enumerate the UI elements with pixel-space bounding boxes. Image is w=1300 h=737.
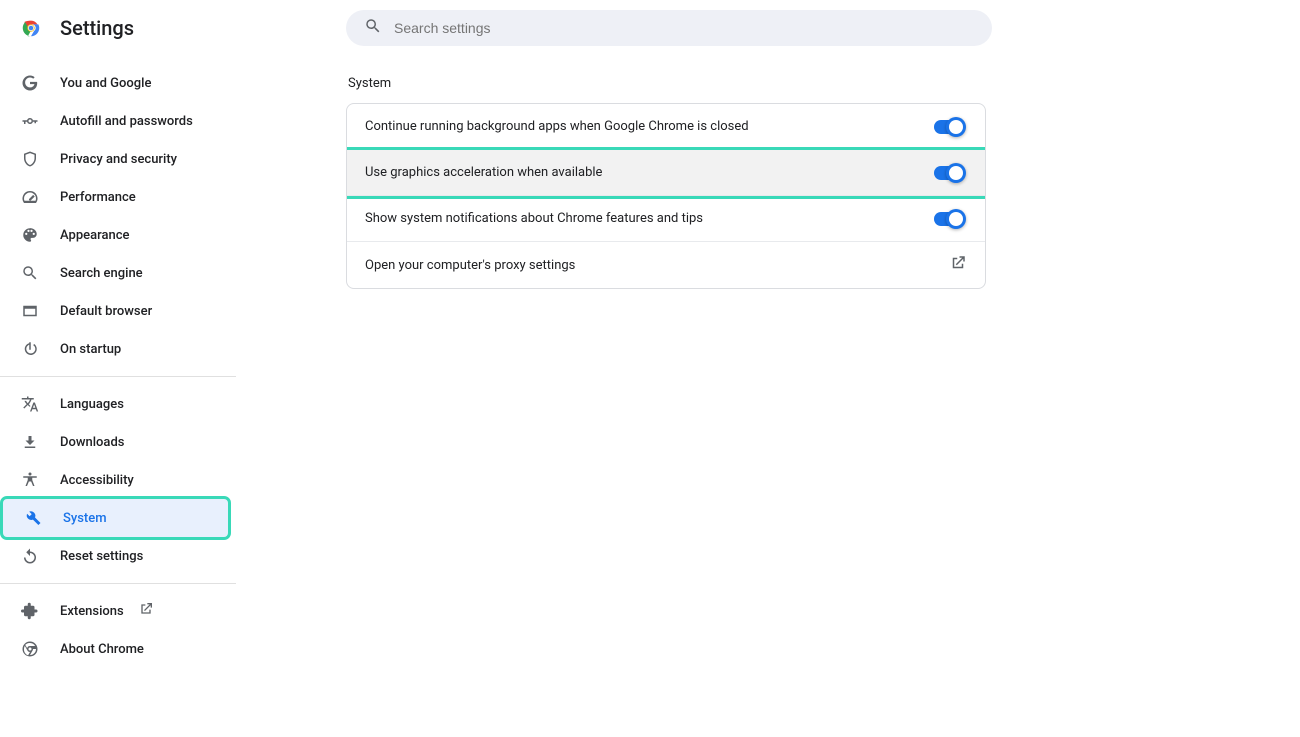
sidebar: Settings You and Google Autofill and pass… xyxy=(0,0,236,737)
sidebar-item-label: Languages xyxy=(60,397,124,412)
sidebar-item-system[interactable]: System xyxy=(3,499,228,537)
settings-header: Settings xyxy=(0,0,236,56)
setting-row[interactable]: Open your computer's proxy settings xyxy=(347,242,985,288)
sidebar-item-appearance[interactable]: Appearance xyxy=(0,216,226,254)
sidebar-item-label: About Chrome xyxy=(60,642,144,657)
language-icon xyxy=(20,394,40,414)
sidebar-item-privacy-and-security[interactable]: Privacy and security xyxy=(0,140,226,178)
setting-label: Open your computer's proxy settings xyxy=(365,258,575,273)
sidebar-item-label: Performance xyxy=(60,190,136,205)
search-icon xyxy=(20,263,40,283)
power-icon xyxy=(20,339,40,359)
sidebar-item-extensions[interactable]: Extensions xyxy=(0,592,226,630)
sidebar-item-default-browser[interactable]: Default browser xyxy=(0,292,226,330)
settings-card: Continue running background apps when Go… xyxy=(346,103,986,289)
browser-icon xyxy=(20,301,40,321)
sidebar-item-label: System xyxy=(63,511,107,526)
sidebar-item-search-engine[interactable]: Search engine xyxy=(0,254,226,292)
sidebar-item-label: On startup xyxy=(60,342,121,357)
setting-label: Show system notifications about Chrome f… xyxy=(365,211,703,226)
toggle-switch[interactable] xyxy=(934,212,964,226)
search-bar[interactable] xyxy=(346,10,992,46)
toggle-switch[interactable] xyxy=(934,120,964,134)
sidebar-item-you-and-google[interactable]: You and Google xyxy=(0,64,226,102)
speed-icon xyxy=(20,187,40,207)
sidebar-item-label: Reset settings xyxy=(60,549,143,564)
wrench-icon xyxy=(23,508,43,528)
sidebar-item-reset-settings[interactable]: Reset settings xyxy=(0,537,226,575)
sidebar-item-performance[interactable]: Performance xyxy=(0,178,226,216)
setting-row: Continue running background apps when Go… xyxy=(347,104,985,150)
download-icon xyxy=(20,432,40,452)
sidebar-item-label: Search engine xyxy=(60,266,143,281)
sidebar-item-on-startup[interactable]: On startup xyxy=(0,330,226,368)
accessibility-icon xyxy=(20,470,40,490)
chrome-outline-icon xyxy=(20,639,40,659)
sidebar-item-label: Appearance xyxy=(60,228,129,243)
search-icon xyxy=(364,17,394,39)
sidebar-item-downloads[interactable]: Downloads xyxy=(0,423,226,461)
sidebar-item-label: Accessibility xyxy=(60,473,134,488)
sidebar-item-accessibility[interactable]: Accessibility xyxy=(0,461,226,499)
page-title: Settings xyxy=(60,16,134,40)
setting-row: Show system notifications about Chrome f… xyxy=(347,196,985,242)
sidebar-item-about-chrome[interactable]: About Chrome xyxy=(0,630,226,668)
sidebar-item-label: Downloads xyxy=(60,435,124,450)
palette-icon xyxy=(20,225,40,245)
sidebar-item-label: Extensions xyxy=(60,604,124,619)
nav-divider xyxy=(0,376,236,377)
sidebar-item-languages[interactable]: Languages xyxy=(0,385,226,423)
open-external-icon xyxy=(949,254,967,276)
sidebar-item-label: Privacy and security xyxy=(60,152,177,167)
setting-label: Use graphics acceleration when available xyxy=(365,165,602,180)
main-content: System Continue running background apps … xyxy=(236,0,1300,737)
chrome-logo-icon xyxy=(20,17,42,39)
reset-icon xyxy=(20,546,40,566)
sidebar-item-label: Autofill and passwords xyxy=(60,114,193,129)
sidebar-item-label: You and Google xyxy=(60,76,151,91)
setting-row: Use graphics acceleration when available xyxy=(347,150,985,196)
setting-label: Continue running background apps when Go… xyxy=(365,119,749,134)
toggle-switch[interactable] xyxy=(934,166,964,180)
sidebar-item-autofill-and-passwords[interactable]: Autofill and passwords xyxy=(0,102,226,140)
search-input[interactable] xyxy=(394,20,974,36)
key-icon xyxy=(20,111,40,131)
section-title: System xyxy=(348,76,391,91)
open-external-icon xyxy=(138,601,154,621)
google-icon xyxy=(20,73,40,93)
shield-icon xyxy=(20,149,40,169)
sidebar-item-label: Default browser xyxy=(60,304,152,319)
nav-divider xyxy=(0,583,236,584)
extension-icon xyxy=(20,601,40,621)
